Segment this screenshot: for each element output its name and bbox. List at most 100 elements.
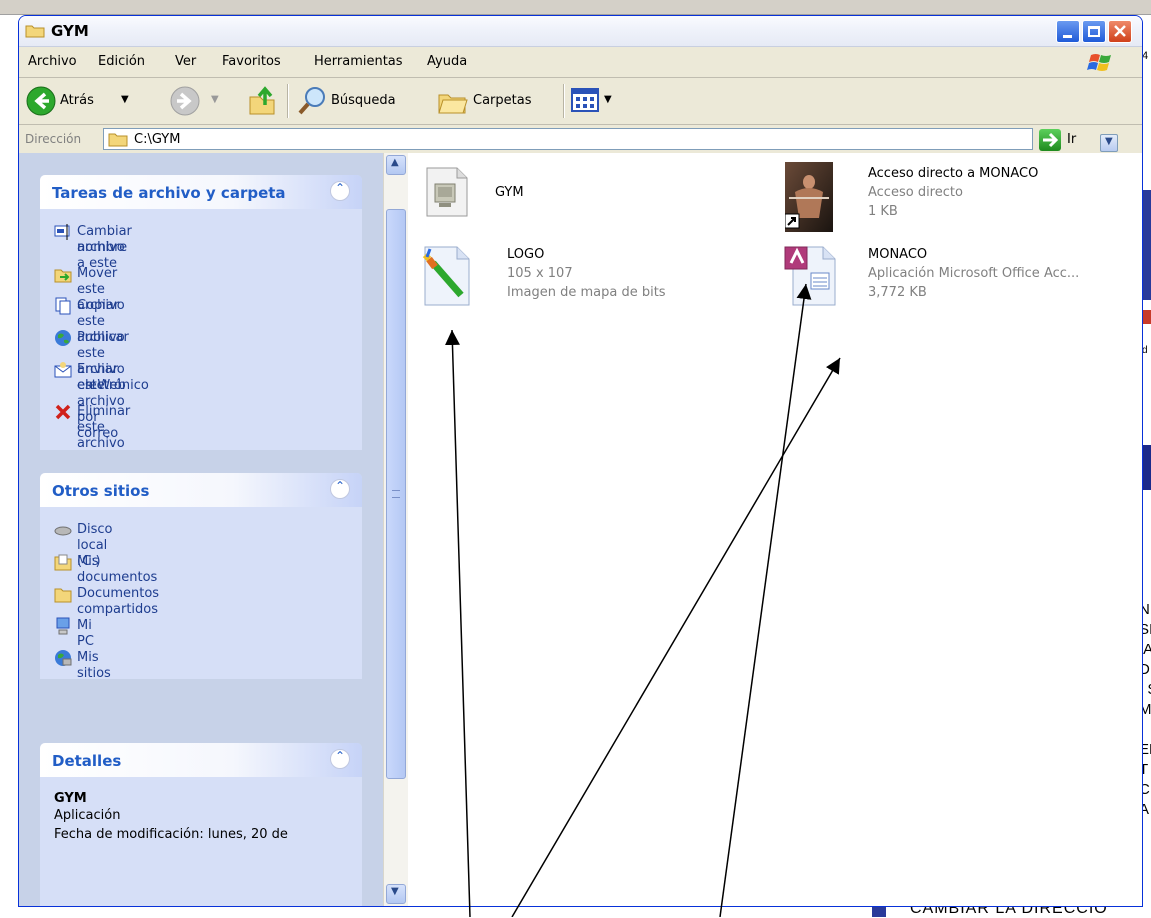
place-label: Mi PC [77, 618, 94, 649]
application-icon [426, 167, 468, 217]
chevron-down-icon: ▼ [1105, 136, 1113, 147]
menu-bar: Archivo Edición Ver Favoritos Herramient… [19, 47, 1142, 78]
task-pane: Tareas de archivo y carpeta Cambiar nomb… [19, 153, 383, 906]
chevron-up-icon: ▲ [391, 157, 399, 168]
folder-icon [108, 133, 128, 147]
address-label: Dirección [25, 132, 82, 146]
toolbar-separator [287, 84, 289, 118]
chevron-down-icon: ▼ [391, 886, 399, 897]
file-size: 3,772 KB [868, 285, 927, 300]
file-type: Aplicación Microsoft Office Acc... [868, 266, 1080, 281]
back-button[interactable]: Atrás ▼ [23, 82, 159, 120]
details-panel: Detalles GYM Aplicación Fecha de modific… [40, 743, 362, 906]
explorer-window: GYM Archivo Edición Ver Favoritos Herram… [18, 15, 1143, 907]
file-item-gym[interactable]: GYM [423, 166, 743, 226]
menu-edicion[interactable]: Edición [98, 54, 145, 69]
address-dropdown-button[interactable]: ▼ [1100, 134, 1118, 152]
views-button[interactable]: ▼ [571, 86, 621, 118]
menu-archivo[interactable]: Archivo [28, 54, 77, 69]
file-item-monaco[interactable]: MONACO Aplicación Microsoft Office Acc..… [783, 243, 1138, 323]
file-tasks-header[interactable]: Tareas de archivo y carpeta [40, 175, 362, 209]
bitmap-icon [422, 246, 470, 306]
menu-ayuda[interactable]: Ayuda [427, 54, 467, 69]
task-label: Eliminar este archivo [77, 404, 131, 450]
task-label-line2: electrónico [77, 378, 149, 393]
file-list: GYM Acceso directo a MONACO Acceso direc… [409, 153, 1142, 906]
scroll-thumb[interactable] [386, 209, 406, 779]
task-label-line2: archivo [77, 240, 125, 255]
close-button[interactable] [1108, 20, 1132, 43]
move-icon [54, 269, 72, 283]
maximize-button[interactable] [1082, 20, 1106, 43]
back-arrow-icon [26, 86, 56, 116]
network-icon [55, 650, 72, 666]
collapse-chevron-icon[interactable] [330, 479, 350, 499]
scroll-up-button[interactable]: ▲ [386, 155, 406, 175]
main-content: Tareas de archivo y carpeta Cambiar nomb… [19, 153, 1142, 906]
folder-icon [54, 588, 72, 603]
file-dimensions: 105 x 107 [507, 266, 573, 281]
close-icon [1114, 25, 1126, 37]
menu-favoritos[interactable]: Favoritos [222, 54, 281, 69]
scroll-down-button[interactable]: ▼ [386, 884, 406, 904]
other-places-panel: Otros sitios Disco local (C:) Mis docume… [40, 473, 362, 679]
file-size: 1 KB [868, 204, 898, 219]
address-input[interactable]: C:\GYM ▼ [103, 128, 1118, 152]
minimize-button[interactable] [1056, 20, 1080, 43]
access-db-icon [784, 246, 836, 306]
folders-label: Carpetas [473, 93, 532, 108]
go-label[interactable]: Ir [1067, 132, 1076, 147]
place-label: Mis documentos [77, 554, 158, 585]
place-label: Documentos compartidos [77, 586, 160, 617]
up-folder-icon[interactable] [247, 85, 277, 117]
folder-icon [25, 25, 45, 38]
rename-icon [54, 224, 70, 240]
globe-icon [55, 330, 71, 346]
title-bar[interactable]: GYM [19, 16, 1142, 47]
file-name: MONACO [868, 247, 928, 262]
file-item-logo[interactable]: LOGO 105 x 107 Imagen de mapa de bits [419, 243, 749, 323]
collapse-chevron-icon[interactable] [330, 181, 350, 201]
delete-icon [55, 404, 71, 420]
file-name: LOGO [507, 247, 545, 262]
file-type: Acceso directo [868, 185, 963, 200]
chevron-down-icon: ▼ [211, 94, 219, 105]
address-bar: Dirección C:\GYM ▼ Ir [19, 125, 1142, 156]
forward-arrow-icon [170, 86, 200, 116]
grip-icon [392, 490, 400, 498]
details-header[interactable]: Detalles [40, 743, 362, 777]
windows-logo-icon [1087, 54, 1111, 71]
menu-herramientas[interactable]: Herramientas [314, 54, 403, 69]
collapse-chevron-icon[interactable] [330, 749, 350, 769]
details-type: Aplicación [54, 808, 121, 823]
other-places-header[interactable]: Otros sitios [40, 473, 362, 507]
file-type: Imagen de mapa de bits [507, 285, 666, 300]
views-icon [571, 88, 599, 112]
forward-button[interactable]: ▼ [169, 82, 227, 120]
details-name: GYM [54, 791, 87, 806]
menu-ver[interactable]: Ver [175, 54, 196, 69]
panel-title: Tareas de archivo y carpeta [52, 184, 286, 202]
file-item-shortcut-monaco[interactable]: Acceso directo a MONACO Acceso directo 1… [785, 162, 1135, 242]
search-label: Búsqueda [331, 93, 396, 108]
email-icon [54, 362, 72, 378]
vertical-scrollbar[interactable]: ▲ ▼ [383, 153, 408, 906]
window-title: GYM [51, 22, 89, 40]
shortcut-photo-icon [785, 162, 833, 232]
go-button[interactable] [1039, 129, 1061, 151]
copy-icon [55, 297, 71, 315]
drive-icon [54, 526, 72, 536]
panel-title: Detalles [52, 752, 122, 770]
panel-title: Otros sitios [52, 482, 150, 500]
search-button[interactable]: Búsqueda [295, 82, 425, 120]
my-documents-icon [54, 554, 72, 571]
search-icon [298, 87, 325, 115]
details-modified: Fecha de modificación: lunes, 20 de [54, 827, 288, 842]
folders-button[interactable]: Carpetas [435, 82, 555, 120]
back-label: Atrás [60, 93, 94, 108]
background-toolbar [0, 0, 1151, 15]
my-computer-icon [56, 617, 70, 635]
file-name: GYM [495, 185, 524, 200]
folders-icon [438, 94, 468, 114]
file-tasks-panel: Tareas de archivo y carpeta Cambiar nomb… [40, 175, 362, 450]
